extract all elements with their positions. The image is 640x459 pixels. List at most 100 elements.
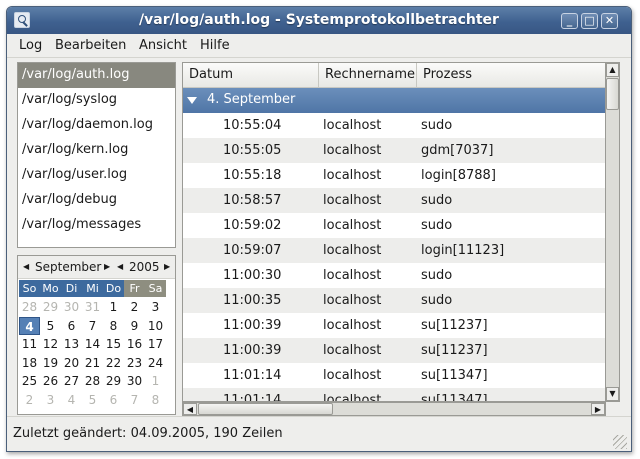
cell-process: gdm[7037]	[421, 143, 494, 158]
cell-process: login[11123]	[421, 243, 505, 258]
menu-log[interactable]: Log	[19, 38, 42, 53]
calendar-day[interactable]: 19	[40, 354, 61, 372]
calendar-day[interactable]: 29	[40, 298, 61, 316]
table-row[interactable]: 10:59:07 localhost login[11123]	[183, 238, 605, 263]
table-row[interactable]: 10:58:57 localhost sudo	[183, 188, 605, 213]
next-year-icon[interactable]: ▶	[164, 262, 170, 271]
cell-time: 10:55:18	[223, 168, 282, 183]
calendar-day[interactable]: 3	[145, 298, 166, 316]
calendar-day[interactable]: 3	[40, 391, 61, 409]
calendar: ◀ September ▶ ◀ 2005 ▶ So Mo Di Mi Do Fr…	[17, 255, 176, 415]
scroll-down-icon[interactable]: ▼	[606, 387, 619, 401]
table-row[interactable]: 11:00:39 localhost su[11237]	[183, 338, 605, 363]
calendar-day[interactable]: 12	[40, 335, 61, 353]
column-header-datum[interactable]: Datum	[183, 63, 319, 87]
table-row[interactable]: 10:55:05 localhost gdm[7037]	[183, 138, 605, 163]
cell-time: 10:59:07	[223, 243, 282, 258]
calendar-day[interactable]: 6	[61, 317, 82, 335]
calendar-day[interactable]: 21	[82, 354, 103, 372]
table-row[interactable]: 11:00:39 localhost su[11237]	[183, 313, 605, 338]
table-row[interactable]: 11:00:30 localhost sudo	[183, 263, 605, 288]
calendar-day[interactable]: 5	[40, 317, 61, 335]
log-item-messages[interactable]: /var/log/messages	[18, 213, 175, 238]
calendar-day[interactable]: 23	[124, 354, 145, 372]
maximize-button[interactable]: □	[581, 13, 598, 29]
calendar-day[interactable]: 10	[145, 317, 166, 335]
prev-month-icon[interactable]: ◀	[23, 262, 29, 271]
calendar-day[interactable]: 22	[103, 354, 124, 372]
calendar-day[interactable]: 18	[19, 354, 40, 372]
column-header-prozess[interactable]: Prozess	[417, 63, 605, 87]
calendar-day[interactable]: 1	[103, 298, 124, 316]
table-row[interactable]: 10:55:04 localhost sudo	[183, 113, 605, 138]
cell-host: localhost	[323, 143, 382, 158]
calendar-day[interactable]: 30	[61, 298, 82, 316]
calendar-day[interactable]: 16	[124, 335, 145, 353]
calendar-day[interactable]: 15	[103, 335, 124, 353]
calendar-day[interactable]: 26	[40, 372, 61, 390]
calendar-day[interactable]: 6	[103, 391, 124, 409]
date-group-row[interactable]: 4. September	[183, 88, 605, 113]
horizontal-scroll-thumb[interactable]	[198, 403, 333, 415]
vertical-scroll-thumb[interactable]	[606, 78, 619, 110]
table-row[interactable]: 10:59:02 localhost sudo	[183, 213, 605, 238]
calendar-day[interactable]: 28	[82, 372, 103, 390]
weekday-label: So	[19, 280, 40, 297]
calendar-weekdays: So Mo Di Mi Do Fr Sa	[19, 280, 166, 297]
log-item-kern[interactable]: /var/log/kern.log	[18, 138, 175, 163]
expander-icon[interactable]	[187, 97, 197, 104]
calendar-day[interactable]: 31	[82, 298, 103, 316]
calendar-day[interactable]: 9	[124, 317, 145, 335]
next-month-icon[interactable]: ▶	[104, 262, 110, 271]
calendar-day[interactable]: 14	[82, 335, 103, 353]
prev-year-icon[interactable]: ◀	[117, 262, 123, 271]
scroll-up-icon[interactable]: ▲	[606, 63, 619, 77]
column-header-rechnername[interactable]: Rechnername	[319, 63, 417, 87]
calendar-day[interactable]: 8	[145, 391, 166, 409]
close-button[interactable]: ✕	[601, 13, 618, 29]
calendar-day[interactable]: 7	[82, 317, 103, 335]
calendar-day[interactable]: 13	[61, 335, 82, 353]
log-item-auth[interactable]: /var/log/auth.log	[18, 63, 175, 88]
date-group-label: 4. September	[207, 92, 296, 107]
calendar-day[interactable]: 1	[145, 372, 166, 390]
table-row[interactable]: 11:01:14 localhost su[11347]	[183, 388, 605, 402]
calendar-day[interactable]: 29	[103, 372, 124, 390]
table-row[interactable]: 10:55:18 localhost login[8788]	[183, 163, 605, 188]
calendar-day[interactable]: 2	[124, 298, 145, 316]
calendar-day[interactable]: 4	[61, 391, 82, 409]
calendar-day[interactable]: 28	[19, 298, 40, 316]
menu-hilfe[interactable]: Hilfe	[200, 38, 230, 53]
calendar-day[interactable]: 30	[124, 372, 145, 390]
table-row[interactable]: 11:01:14 localhost su[11347]	[183, 363, 605, 388]
cell-time: 10:55:04	[223, 118, 282, 133]
calendar-day[interactable]: 24	[145, 354, 166, 372]
log-item-user[interactable]: /var/log/user.log	[18, 163, 175, 188]
log-item-syslog[interactable]: /var/log/syslog	[18, 88, 175, 113]
calendar-day[interactable]: 20	[61, 354, 82, 372]
log-item-debug[interactable]: /var/log/debug	[18, 188, 175, 213]
menu-bar: Log Bearbeiten Ansicht Hilfe	[7, 34, 631, 58]
menu-ansicht[interactable]: Ansicht	[139, 38, 187, 53]
calendar-day[interactable]: 7	[124, 391, 145, 409]
scroll-left-icon[interactable]: ◀	[183, 403, 197, 415]
calendar-day[interactable]: 2	[19, 391, 40, 409]
cell-time: 10:59:02	[223, 218, 282, 233]
horizontal-scrollbar[interactable]: ◀ ▶	[182, 402, 606, 416]
vertical-scrollbar[interactable]: ▲ ▼	[606, 62, 620, 402]
calendar-day[interactable]: 4	[19, 316, 40, 335]
minimize-button[interactable]: _	[561, 13, 578, 29]
calendar-day[interactable]: 5	[82, 391, 103, 409]
table-row[interactable]: 11:00:35 localhost sudo	[183, 288, 605, 313]
calendar-day[interactable]: 27	[61, 372, 82, 390]
calendar-day[interactable]: 11	[19, 335, 40, 353]
scroll-right-icon[interactable]: ▶	[591, 403, 605, 415]
resize-grip-icon[interactable]	[613, 435, 627, 449]
calendar-day[interactable]: 8	[103, 317, 124, 335]
menu-bearbeiten[interactable]: Bearbeiten	[55, 38, 126, 53]
title-bar[interactable]: /var/log/auth.log - Systemprotokollbetra…	[7, 7, 631, 34]
log-item-daemon[interactable]: /var/log/daemon.log	[18, 113, 175, 138]
calendar-day[interactable]: 25	[19, 372, 40, 390]
cell-process: su[11347]	[421, 393, 488, 402]
calendar-day[interactable]: 17	[145, 335, 166, 353]
